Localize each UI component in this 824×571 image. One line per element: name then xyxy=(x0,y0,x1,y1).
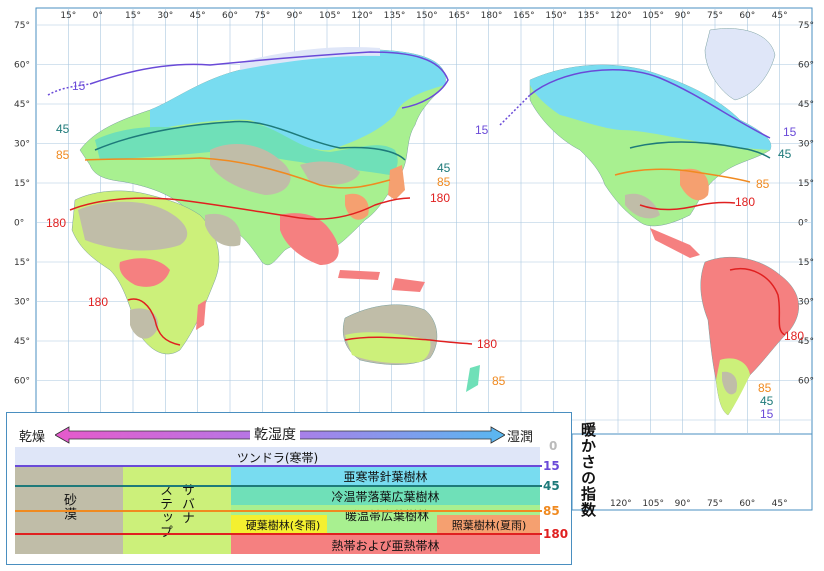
longitude-label: 15° xyxy=(60,11,76,21)
longitude-label: 60° xyxy=(739,11,755,21)
longitude-label: 180° xyxy=(481,11,503,21)
label-15-ne: 15 xyxy=(475,123,489,137)
label-85-west: 85 xyxy=(56,148,70,162)
latitude-label-right: 60° xyxy=(798,61,814,71)
humidity-label: 乾湿度 xyxy=(250,424,300,444)
longitude-label-bottom: 120° xyxy=(610,499,632,509)
longitude-label-bottom: 75° xyxy=(707,499,723,509)
longitude-label: 90° xyxy=(675,11,691,21)
longitude-label: 165° xyxy=(448,11,470,21)
label-180-america: 180 xyxy=(735,195,755,209)
index-180: 180 xyxy=(543,527,569,541)
longitude-label: 75° xyxy=(707,11,723,21)
index-45: 45 xyxy=(543,479,560,493)
cool-temperate-label: 冷温帯落葉広葉樹林 xyxy=(331,490,440,504)
latitude-label-right: 15° xyxy=(798,179,814,189)
latitude-label-right: 0° xyxy=(798,219,808,229)
subarctic-label: 亜寒帯針葉樹林 xyxy=(343,470,428,484)
tropical-label: 熱帯および亜熱帯林 xyxy=(331,539,440,553)
label-85-ne: 85 xyxy=(437,175,451,189)
label-180-australia: 180 xyxy=(477,337,497,351)
longitude-label: 105° xyxy=(319,11,341,21)
longitude-label-bottom: 60° xyxy=(739,499,755,509)
longitude-label: 15° xyxy=(125,11,141,21)
label-180-west: 180 xyxy=(46,216,66,230)
latitude-label-left: 45° xyxy=(14,337,30,347)
longitude-label-bottom: 45° xyxy=(772,499,788,509)
longitude-label: 30° xyxy=(157,11,173,21)
index-0: 0 xyxy=(549,439,558,453)
longitude-label: 75° xyxy=(254,11,270,21)
latitude-label-left: 30° xyxy=(14,140,30,150)
longitude-label: 120° xyxy=(351,11,373,21)
label-180-south-america: 180 xyxy=(784,329,804,343)
label-15-south-america: 15 xyxy=(760,407,774,421)
warmth-index-title: 暖かさの指数 xyxy=(579,422,597,518)
label-180-ne: 180 xyxy=(430,191,450,205)
desert-label: 砂漠 xyxy=(61,493,76,521)
sclerophyll-label: 硬葉樹林(冬雨) xyxy=(245,519,321,532)
line-85 xyxy=(15,510,542,512)
longitude-label-bottom: 90° xyxy=(675,499,691,509)
latitude-label-left: 15° xyxy=(14,258,30,268)
laurel-label: 照葉樹林(夏雨) xyxy=(451,519,527,532)
label-15-america: 15 xyxy=(783,125,797,139)
label-45-ne: 45 xyxy=(437,161,451,175)
longitude-label: 120° xyxy=(610,11,632,21)
line-15 xyxy=(15,465,542,467)
latitude-label-right: 30° xyxy=(798,298,814,308)
latitude-label-right: 30° xyxy=(798,140,814,150)
latitude-label-left: 45° xyxy=(14,100,30,110)
label-85-america: 85 xyxy=(756,177,770,191)
longitude-label: 60° xyxy=(222,11,238,21)
latitude-label-right: 15° xyxy=(798,258,814,268)
label-45-south-america: 45 xyxy=(760,394,774,408)
index-15: 15 xyxy=(543,459,560,473)
longitude-label: 150° xyxy=(545,11,567,21)
longitude-label: 150° xyxy=(416,11,438,21)
latitude-label-left: 0° xyxy=(14,219,24,229)
vegetation-legend: 乾燥 乾湿度 湿潤 ツンドラ(寒帯) 亜寒帯針葉樹林 冷温帯落葉広葉樹林 暖温帯… xyxy=(6,412,572,565)
label-45-america: 45 xyxy=(778,147,792,161)
latitude-label-right: 60° xyxy=(798,377,814,387)
latitude-label-left: 75° xyxy=(14,21,30,31)
label-45-west: 45 xyxy=(56,122,70,136)
longitude-label: 135° xyxy=(384,11,406,21)
savanna-label: サバナ xyxy=(179,483,194,525)
latitude-label-left: 30° xyxy=(14,298,30,308)
longitude-label: 45° xyxy=(772,11,788,21)
label-15-west: 15 xyxy=(72,79,86,93)
longitude-label: 165° xyxy=(513,11,535,21)
longitude-label: 135° xyxy=(578,11,600,21)
label-85-south-america: 85 xyxy=(758,381,772,395)
longitude-label-bottom: 105° xyxy=(642,499,664,509)
latitude-label-left: 60° xyxy=(14,377,30,387)
dry-label: 乾燥 xyxy=(19,430,46,445)
latitude-label-left: 60° xyxy=(14,61,30,71)
label-85-nz: 85 xyxy=(492,374,506,388)
longitude-label: 90° xyxy=(287,11,303,21)
wet-label: 湿潤 xyxy=(507,430,534,445)
longitude-label: 45° xyxy=(190,11,206,21)
latitude-label-right: 45° xyxy=(798,100,814,110)
longitude-label: 105° xyxy=(642,11,664,21)
line-180 xyxy=(15,533,542,535)
tundra-label: ツンドラ(寒帯) xyxy=(236,451,319,465)
line-45 xyxy=(15,485,542,487)
index-85: 85 xyxy=(543,504,560,518)
label-180-africa: 180 xyxy=(88,295,108,309)
longitude-label: 0° xyxy=(93,11,103,21)
latitude-label-right: 75° xyxy=(798,21,814,31)
latitude-label-left: 15° xyxy=(14,179,30,189)
